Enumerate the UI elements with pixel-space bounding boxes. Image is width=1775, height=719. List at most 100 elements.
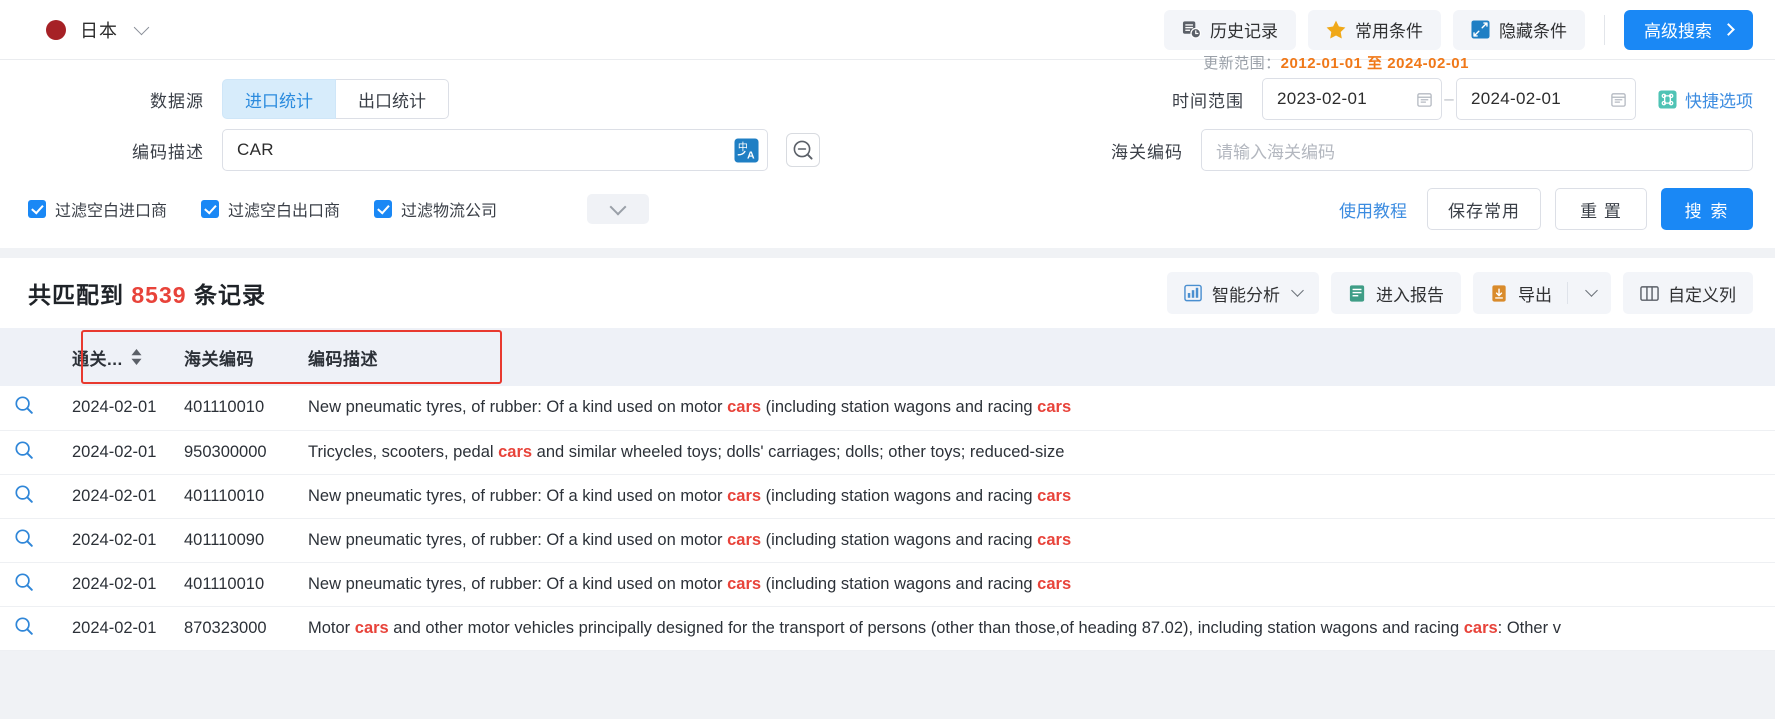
date-range-separator: – — [1442, 89, 1456, 109]
analysis-icon — [1184, 284, 1203, 303]
checkbox-filter-empty-exporter[interactable]: 过滤空白出口商 — [201, 197, 340, 221]
desc-input[interactable]: CAR 中 A — [222, 129, 768, 171]
results-table-head: 通关... 海关编码 编码描述 — [0, 328, 1775, 386]
sort-arrows-icon[interactable] — [131, 349, 142, 365]
column-header-label: 通关... — [72, 345, 123, 370]
desc-highlight: cars — [1037, 487, 1071, 505]
results-count-suffix: 条记录 — [194, 282, 266, 308]
japan-flag-icon — [46, 20, 66, 40]
desc-highlight: cars — [355, 619, 389, 637]
column-header-actions — [0, 328, 58, 386]
table-row[interactable]: 2024-02-01 401110090 New pneumatic tyres… — [0, 518, 1775, 562]
form-actions: 使用教程 保存常用 重 置 搜 索 — [1339, 188, 1753, 230]
advanced-search-button[interactable]: 高级搜索 — [1624, 10, 1753, 50]
sortable-header[interactable]: 通关... — [72, 345, 142, 370]
quick-options-link[interactable]: 快捷选项 — [1658, 87, 1753, 112]
column-header-clearance-date[interactable]: 通关... — [58, 328, 170, 386]
time-range-group: 时间范围 2023-02-01 – 2024-02-01 — [1170, 78, 1775, 120]
hide-conditions-button-label: 隐藏条件 — [1499, 17, 1567, 42]
svg-text:A: A — [747, 149, 755, 161]
desc-highlight: cars — [498, 443, 532, 461]
top-bar: 日本 历史记录 常用条件 — [0, 0, 1775, 60]
cell-clearance-date: 2024-02-01 — [58, 386, 170, 430]
save-preset-button[interactable]: 保存常用 — [1427, 188, 1541, 230]
cell-hs-code: 401110090 — [170, 518, 294, 562]
datasource-toggle: 进口统计 出口统计 — [222, 79, 449, 119]
date-end-input[interactable]: 2024-02-01 — [1456, 78, 1636, 120]
checkbox-label: 过滤物流公司 — [401, 197, 497, 221]
history-button-label: 历史记录 — [1210, 17, 1278, 42]
magnifier-icon[interactable] — [14, 572, 34, 592]
reset-button[interactable]: 重 置 — [1555, 188, 1647, 230]
desc-part: (including station wagons and racing — [761, 487, 1037, 505]
magnifier-icon[interactable] — [14, 440, 34, 460]
results-table-wrapper: 通关... 海关编码 编码描述 — [0, 328, 1775, 651]
desc-part: Motor — [308, 619, 355, 637]
export-button[interactable]: 导出 — [1473, 281, 1567, 306]
column-header-hs-code[interactable]: 海关编码 — [170, 328, 294, 386]
toolbar-divider — [1604, 15, 1605, 45]
results-count-prefix: 共匹配到 — [28, 282, 124, 308]
magnifier-icon[interactable] — [14, 484, 34, 504]
history-button[interactable]: 历史记录 — [1164, 10, 1296, 50]
results-count-value: 8539 — [131, 282, 186, 308]
smart-analysis-button[interactable]: 智能分析 — [1167, 272, 1319, 314]
export-dropdown-toggle[interactable] — [1568, 291, 1611, 295]
table-row[interactable]: 2024-02-01 401110010 New pneumatic tyres… — [0, 474, 1775, 518]
row-view-cell — [0, 474, 58, 518]
desc-label: 编码描述 — [130, 138, 204, 163]
results-header: 共匹配到 8539 条记录 智能分析 — [0, 258, 1775, 328]
datasource-option-import[interactable]: 进口统计 — [222, 79, 336, 119]
checkbox-label: 过滤空白进口商 — [55, 197, 167, 221]
enter-report-button[interactable]: 进入报告 — [1331, 272, 1461, 314]
desc-highlight: cars — [1037, 575, 1071, 593]
row-view-cell — [0, 386, 58, 430]
custom-columns-button[interactable]: 自定义列 — [1623, 272, 1753, 314]
table-header-row: 通关... 海关编码 编码描述 — [0, 328, 1775, 386]
row-view-cell — [0, 518, 58, 562]
checkbox-filter-logistics[interactable]: 过滤物流公司 — [374, 197, 497, 221]
report-icon — [1348, 284, 1367, 303]
custom-columns-label: 自定义列 — [1668, 281, 1736, 306]
table-row[interactable]: 2024-02-01 401110010 New pneumatic tyres… — [0, 562, 1775, 606]
country-selector[interactable]: 日本 — [28, 17, 147, 43]
update-range-label: 更新范围： — [1203, 55, 1281, 72]
hs-code-input[interactable]: 请输入海关编码 — [1201, 129, 1753, 171]
update-range-end: 2024-02-01 — [1387, 55, 1469, 72]
date-end-value: 2024-02-01 — [1471, 89, 1610, 109]
hide-conditions-button[interactable]: 隐藏条件 — [1453, 10, 1585, 50]
table-row[interactable]: 2024-02-01 950300000 Tricycles, scooters… — [0, 430, 1775, 474]
table-row[interactable]: 2024-02-01 401110010 New pneumatic tyres… — [0, 386, 1775, 430]
table-row[interactable]: 2024-02-01 870323000 Motor cars and othe… — [0, 606, 1775, 650]
desc-part: New pneumatic tyres, of rubber: Of a kin… — [308, 398, 727, 416]
hs-code-label: 海关编码 — [1109, 138, 1183, 163]
export-button-group: 导出 — [1473, 272, 1611, 314]
tutorial-link[interactable]: 使用教程 — [1339, 197, 1407, 222]
desc-highlight: cars — [727, 531, 761, 549]
magnifier-icon[interactable] — [14, 395, 34, 415]
column-header-description[interactable]: 编码描述 — [294, 328, 1775, 386]
app-page: 日本 历史记录 常用条件 — [0, 0, 1775, 719]
update-range-start: 2012-01-01 — [1281, 55, 1363, 72]
smart-analysis-label: 智能分析 — [1212, 281, 1280, 306]
checkbox-filter-empty-importer[interactable]: 过滤空白进口商 — [28, 197, 167, 221]
cell-description: New pneumatic tyres, of rubber: Of a kin… — [294, 474, 1775, 518]
favorites-button[interactable]: 常用条件 — [1308, 10, 1441, 50]
desc-highlight: cars — [1464, 619, 1498, 637]
cell-clearance-date: 2024-02-01 — [58, 474, 170, 518]
quick-options-label: 快捷选项 — [1685, 87, 1753, 112]
desc-part: and other motor vehicles principally des… — [389, 619, 1464, 637]
magnifier-icon[interactable] — [14, 616, 34, 636]
date-start-input[interactable]: 2023-02-01 — [1262, 78, 1442, 120]
desc-lookup-button[interactable] — [786, 133, 820, 167]
datasource-option-export[interactable]: 出口统计 — [336, 79, 449, 119]
chevron-down-icon — [1585, 284, 1598, 297]
desc-part: (including station wagons and racing — [761, 575, 1037, 593]
expand-more-filters-button[interactable] — [587, 194, 649, 224]
cell-clearance-date: 2024-02-01 — [58, 430, 170, 474]
magnifier-icon[interactable] — [14, 528, 34, 548]
chevron-down-icon — [134, 19, 150, 35]
search-button[interactable]: 搜 索 — [1661, 188, 1753, 230]
translate-icon[interactable]: 中 A — [734, 138, 759, 163]
cell-hs-code: 401110010 — [170, 474, 294, 518]
